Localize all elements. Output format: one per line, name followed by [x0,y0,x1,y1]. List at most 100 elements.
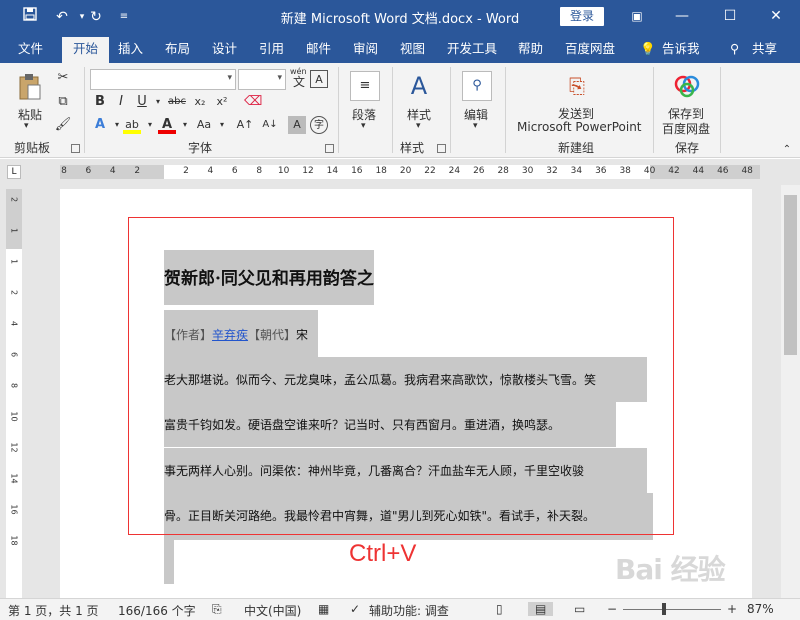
styles-dropdown-icon[interactable]: ▾ [416,121,421,131]
superscript-icon[interactable]: x² [213,93,231,111]
tab-layout[interactable]: 布局 [165,39,190,63]
font-name-combo[interactable]: ▾ [90,69,236,90]
tab-file[interactable]: 文件 [18,39,43,63]
highlight-icon[interactable]: ab [123,116,141,134]
change-case-dropdown-icon[interactable]: ▾ [213,116,231,134]
web-layout-icon[interactable]: ▭ [574,602,585,616]
baidu-netdisk-label[interactable]: 百度网盘 [662,120,710,137]
clear-formatting-icon[interactable]: ⌫ [244,93,262,111]
bold-icon[interactable]: B [91,93,109,111]
send-to-powerpoint-icon[interactable]: ⎘ [562,71,592,101]
collapse-ribbon-icon[interactable]: ⌃ [778,141,796,159]
tab-design[interactable]: 设计 [212,39,237,63]
language[interactable]: 中文(中国) [244,602,301,619]
phonetic-guide-icon[interactable]: 文 [290,73,308,91]
enclose-characters-icon[interactable]: 字 [310,116,328,134]
ruler-tick: 36 [595,166,607,176]
ruler-tick: 34 [570,166,583,176]
grow-font-icon[interactable]: A↑ [236,116,254,134]
underline-dropdown-icon[interactable]: ▾ [149,93,167,111]
paragraph-icon[interactable]: ≡ [350,71,380,101]
text-effects-icon[interactable]: A [91,116,109,134]
customize-quick-access-icon[interactable]: ≡ [112,6,136,28]
read-mode-icon[interactable]: ▯ [496,602,503,616]
maximize-button[interactable]: ☐ [708,0,752,33]
macro-icon[interactable]: ▦ [318,602,329,616]
user-icon[interactable]: ⚲ [730,39,739,63]
tab-selector-icon[interactable]: L [7,165,21,179]
strikethrough-icon[interactable]: abc [166,93,188,111]
vertical-ruler-tick: 4 [9,320,19,327]
editing-dropdown-icon[interactable]: ▾ [473,121,478,131]
vertical-ruler[interactable]: 2 1 1 2 4 6 8 10 12 14 16 18 [6,189,22,598]
character-border-icon[interactable]: A [310,70,328,88]
tell-me-search[interactable]: 告诉我 [662,39,700,63]
powerpoint-label[interactable]: Microsoft PowerPoint [517,120,642,134]
paste-dropdown-icon[interactable]: ▾ [24,121,29,131]
horizontal-ruler[interactable]: 8 6 4 2 2 4 6 8 10 12 14 16 18 20 22 24 26 28 30 32 34 36 38 40… [60,165,760,179]
share-button[interactable]: 共享 [752,39,777,63]
ruler-tick: 16 [351,166,363,176]
change-case-icon[interactable]: Aa [193,116,215,134]
font-name-dropdown-icon[interactable]: ▾ [227,73,232,83]
highlight-dropdown-icon[interactable]: ▾ [141,116,159,134]
subscript-icon[interactable]: x₂ [191,93,209,111]
font-size-dropdown-icon[interactable]: ▾ [277,73,282,83]
shrink-font-icon[interactable]: A↓ [261,116,279,134]
empty-paragraph-selection [164,539,174,584]
close-button[interactable]: ✕ [754,0,798,33]
tab-view[interactable]: 视图 [400,39,425,63]
divider [720,67,721,153]
styles-launcher-icon[interactable] [437,144,446,153]
character-shading-icon[interactable]: A [288,116,306,134]
paste-button[interactable]: 粘贴 [18,106,42,123]
minimize-button[interactable]: — [660,0,704,33]
tab-review[interactable]: 审阅 [353,39,378,63]
copy-icon[interactable]: ⧉ [54,93,72,111]
zoom-out-icon[interactable]: − [607,602,617,616]
paragraph-dropdown-icon[interactable]: ▾ [361,121,366,131]
lightbulb-icon[interactable]: 💡 [640,39,656,63]
word-count[interactable]: 166/166 个字 [118,602,196,619]
proofing-icon[interactable]: ⎘ [212,602,222,617]
styles-icon[interactable]: A [404,71,434,101]
zoom-level[interactable]: 87% [747,602,774,616]
save-icon[interactable] [18,6,42,28]
italic-icon[interactable]: I [112,93,130,111]
find-icon[interactable]: ⚲ [462,71,492,101]
font-size-combo[interactable]: ▾ [238,69,286,90]
ruler-tick: 2 [183,166,189,176]
scrollbar-thumb[interactable] [784,195,797,355]
ruler-tick: 26 [473,166,485,176]
zoom-slider-thumb[interactable] [662,603,666,615]
ribbon-display-options-icon[interactable]: ▣ [615,0,659,33]
font-color-icon[interactable]: A [158,116,176,134]
tab-mailings[interactable]: 邮件 [306,39,331,63]
tab-home[interactable]: 开始 [62,37,110,64]
cut-icon[interactable]: ✂ [54,69,72,87]
font-launcher-icon[interactable] [325,144,334,153]
divider [653,67,654,153]
ruler-tick: 4 [109,166,116,176]
ribbon-home: 粘贴 ▾ ✂ ⧉ 🖌 剪贴板 ▾ ▾ wén 文 A B I U ▾ abc x… [0,63,800,158]
accessibility-status[interactable]: 辅助功能: 调查 [369,602,449,619]
zoom-in-icon[interactable]: + [727,602,737,616]
tab-developer[interactable]: 开发工具 [447,39,497,63]
format-painter-icon[interactable]: 🖌 [54,116,72,134]
tab-baidu-netdisk[interactable]: 百度网盘 [565,39,615,63]
page-count[interactable]: 第 1 页，共 1 页 [8,602,99,619]
paste-icon[interactable] [18,73,42,101]
redo-icon[interactable]: ↻ [84,6,108,28]
accessibility-icon[interactable]: ✓ [350,602,360,616]
tab-help[interactable]: 帮助 [518,39,543,63]
zoom-slider[interactable] [623,609,721,610]
font-color-dropdown-icon[interactable]: ▾ [176,116,194,134]
login-button[interactable]: 登录 [560,7,604,26]
tab-references[interactable]: 引用 [259,39,284,63]
print-layout-icon[interactable]: ▤ [528,602,554,616]
clipboard-launcher-icon[interactable] [71,144,80,153]
vertical-scrollbar[interactable] [781,185,800,598]
tab-insert[interactable]: 插入 [118,39,143,63]
baidu-netdisk-icon[interactable] [672,71,702,101]
vertical-ruler-tick: 10 [9,411,19,422]
